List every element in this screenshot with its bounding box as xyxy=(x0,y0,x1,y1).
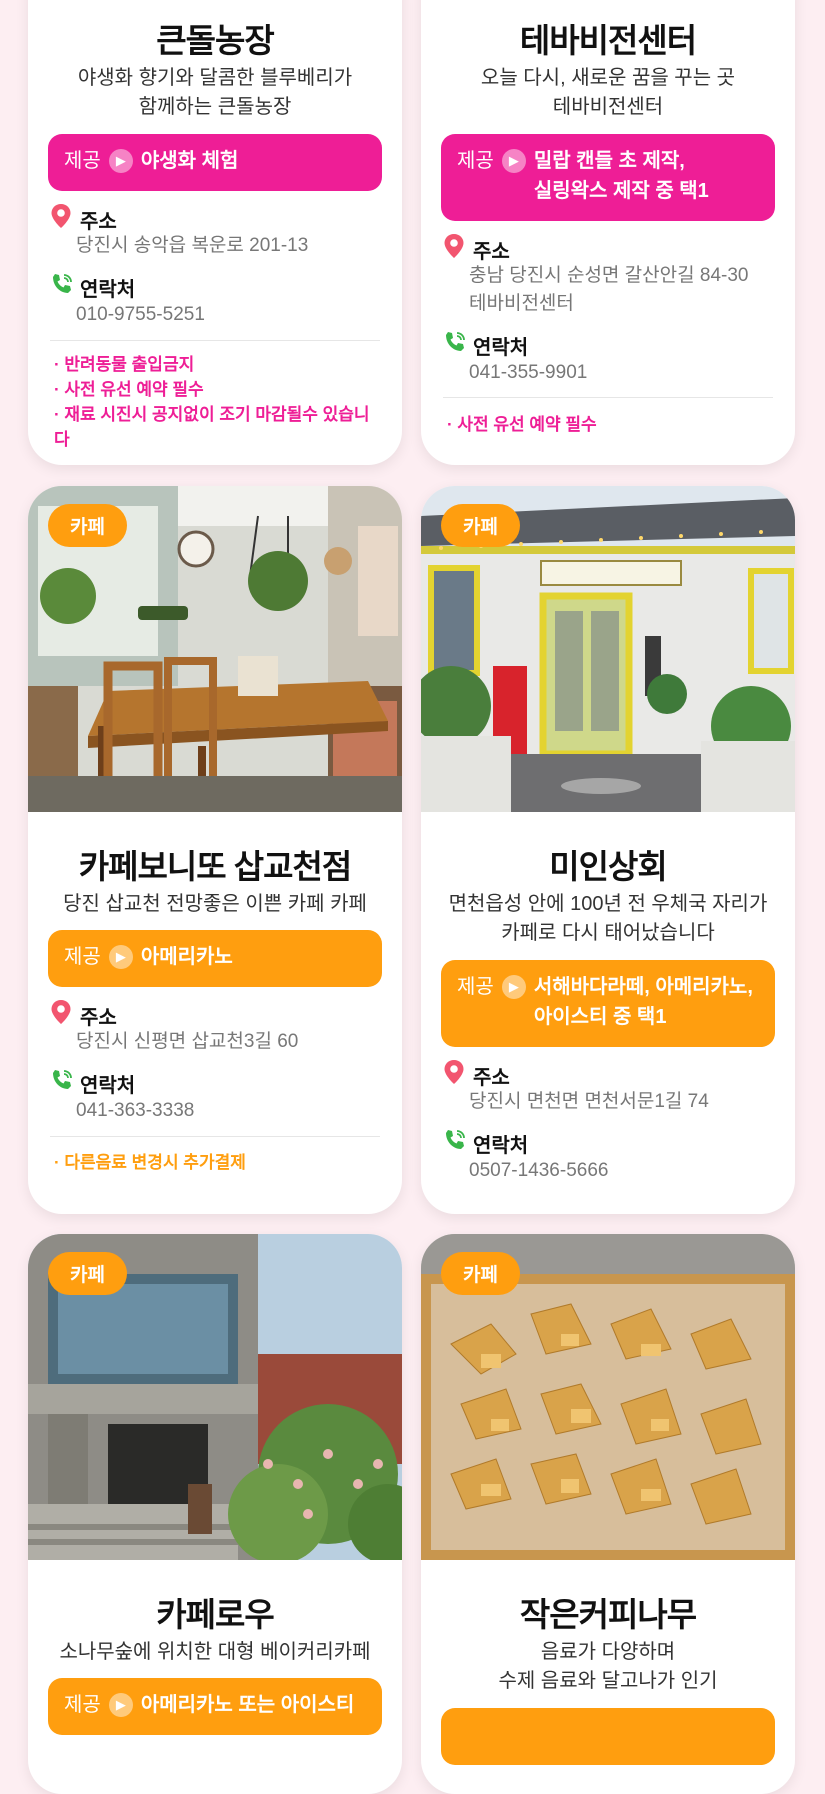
phone-icon xyxy=(443,330,469,360)
venue-card-small-coffee-tree[interactable]: 카페 작은커피나무 음료가 다양하며 수제 음료와 달고나가 인기 xyxy=(421,1234,795,1794)
location-pin-icon xyxy=(50,203,76,235)
offer-box: 제공 ▶ 아메리카노 xyxy=(48,930,382,987)
address-value: 당진시 면천면 면천서문1길 74 xyxy=(469,1091,709,1112)
contact-value[interactable]: 0507-1436-5666 xyxy=(469,1157,608,1185)
contact-value[interactable]: 041-363-3338 xyxy=(76,1097,194,1125)
phone-icon xyxy=(443,1128,469,1158)
offer-tag: 제공 xyxy=(457,976,494,998)
address-label: 주소 xyxy=(50,999,117,1031)
divider xyxy=(50,1136,380,1137)
location-pin-icon xyxy=(443,1059,469,1091)
venue-name: 미인상회 xyxy=(549,848,667,885)
venue-card-tebavision-center[interactable]: 테바비전센터 오늘 다시, 새로운 꿈을 꾸는 곳 테바비전센터 제공 ▶ 밀랍 … xyxy=(421,0,795,465)
venue-name: 카페로우 xyxy=(156,1596,274,1633)
chevron-right-circle-icon: ▶ xyxy=(108,1693,133,1717)
venue-card-keundol-farm[interactable]: 큰돌농장 야생화 향기와 달콤한 블루베리가 함께하는 큰돌농장 제공 ▶ 야생화… xyxy=(28,0,402,465)
venue-card-cafe-bonito[interactable]: 카페 카페보니또 삽교천점 당진 삽교천 전망좋은 이쁜 카페 카페 제공 ▶ … xyxy=(28,486,402,1214)
offer-box: 제공 ▶ 밀랍 캔들 초 제작, 실링왁스 제작 중 택1 xyxy=(441,134,775,221)
address-value: 당진시 송악읍 복운로 201-13 xyxy=(76,235,309,256)
contact-label: 연락처 xyxy=(443,1128,528,1158)
contact-label: 연락처 xyxy=(50,272,135,302)
venue-card-miin-sanghoe[interactable]: 카페 미인상회 면천읍성 안에 100년 전 우체국 자리가 카페로 다시 태어났… xyxy=(421,486,795,1214)
offer-text: 서해바다라떼, 아메리카노, 아이스티 중 택1 xyxy=(533,976,753,1028)
offer-box: 제공 ▶ 야생화 체험 xyxy=(48,134,382,191)
venue-name: 카페보니또 삽교천점 xyxy=(78,848,352,885)
phone-icon xyxy=(50,272,76,302)
offer-text: 아메리카노 xyxy=(140,946,233,968)
venue-card-cafe-raw[interactable]: 카페 카페로우 소나무숲에 위치한 대형 베이커리카페 제공 ▶ 아메리카노 또… xyxy=(28,1234,402,1794)
notes-list: · 사전 유선 예약 필수 xyxy=(447,412,777,437)
phone-icon xyxy=(50,1068,76,1098)
venue-photo-cafe-exterior: 카페 xyxy=(421,486,795,812)
category-badge: 카페 xyxy=(441,504,520,547)
category-badge: 카페 xyxy=(48,504,127,547)
address-value: 충남 당진시 순성면 갈산안길 84-30 테바비전센터 xyxy=(469,265,749,314)
venue-name: 큰돌농장 xyxy=(156,22,274,59)
address-label: 주소 xyxy=(443,233,510,265)
divider xyxy=(443,397,773,398)
note-item: · 반려동물 출입금지 xyxy=(54,355,195,374)
offer-text: 아메리카노 또는 아이스티 xyxy=(140,1694,355,1716)
offer-box: 제공 ▶ 서해바다라떼, 아메리카노, 아이스티 중 택1 xyxy=(441,960,775,1047)
offer-tag: 제공 xyxy=(64,1694,101,1716)
note-item: · 사전 유선 예약 필수 xyxy=(447,415,597,434)
note-item: · 사전 유선 예약 필수 xyxy=(54,380,204,399)
contact-value[interactable]: 010-9755-5251 xyxy=(76,301,205,329)
contact-label: 연락처 xyxy=(443,330,528,360)
venue-photo-cafe-building: 카페 xyxy=(28,1234,402,1560)
offer-box: 제공 ▶ 아메리카노 또는 아이스티 xyxy=(48,1678,382,1735)
venue-description: 음료가 다양하며 수제 음료와 달고나가 인기 xyxy=(498,1641,718,1692)
venue-description: 오늘 다시, 새로운 꿈을 꾸는 곳 테바비전센터 xyxy=(480,67,736,118)
category-badge: 카페 xyxy=(441,1252,520,1295)
venue-description: 당진 삽교천 전망좋은 이쁜 카페 카페 xyxy=(63,893,367,915)
venue-name: 작은커피나무 xyxy=(519,1596,697,1633)
chevron-right-circle-icon: ▶ xyxy=(108,149,133,173)
venue-photo-dalgona-packs: 카페 xyxy=(421,1234,795,1560)
offer-box xyxy=(441,1708,775,1765)
venue-name: 테바비전센터 xyxy=(519,22,697,59)
offer-tag: 제공 xyxy=(64,946,101,968)
contact-value[interactable]: 041-355-9901 xyxy=(469,359,587,387)
venue-description: 면천읍성 안에 100년 전 우체국 자리가 카페로 다시 태어났습니다 xyxy=(448,893,768,944)
offer-tag: 제공 xyxy=(64,150,101,172)
venue-description: 소나무숲에 위치한 대형 베이커리카페 xyxy=(59,1641,371,1663)
offer-text: 야생화 체험 xyxy=(140,150,239,172)
offer-tag: 제공 xyxy=(457,150,494,172)
chevron-right-circle-icon: ▶ xyxy=(108,945,133,969)
notes-list: · 반려동물 출입금지 · 사전 유선 예약 필수 · 재료 시진시 공지없이 … xyxy=(54,352,384,452)
location-pin-icon xyxy=(443,233,469,265)
offer-text: 밀랍 캔들 초 제작, 실링왁스 제작 중 택1 xyxy=(533,150,709,202)
contact-label: 연락처 xyxy=(50,1068,135,1098)
address-label: 주소 xyxy=(443,1059,510,1091)
address-value: 당진시 신평면 삽교천3길 60 xyxy=(76,1031,299,1052)
divider xyxy=(50,340,380,341)
venue-photo-cafe-interior: 카페 xyxy=(28,486,402,812)
location-pin-icon xyxy=(50,999,76,1031)
address-label: 주소 xyxy=(50,203,117,235)
note-item: · 다른음료 변경시 추가결제 xyxy=(54,1153,246,1172)
category-badge: 카페 xyxy=(48,1252,127,1295)
venue-description: 야생화 향기와 달콤한 블루베리가 함께하는 큰돌농장 xyxy=(77,67,353,118)
chevron-right-circle-icon: ▶ xyxy=(501,149,526,173)
notes-list: · 다른음료 변경시 추가결제 xyxy=(54,1150,384,1175)
note-item: · 재료 시진시 공지없이 조기 마감될수 있습니다 xyxy=(54,405,370,449)
chevron-right-circle-icon: ▶ xyxy=(501,975,526,999)
